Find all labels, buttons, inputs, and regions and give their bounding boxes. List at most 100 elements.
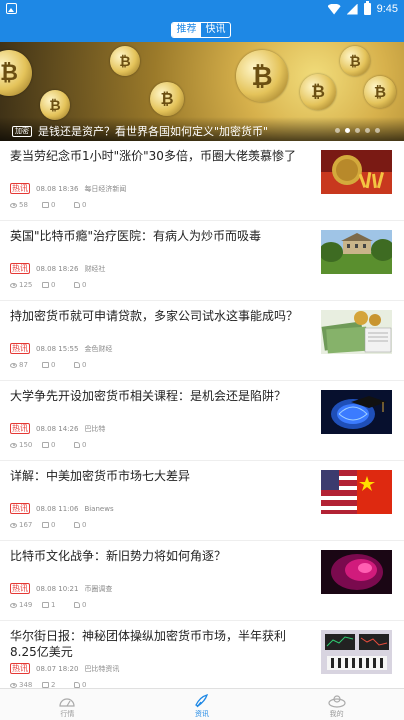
- news-meta: 热讯 08.08 14:26 巴比特: [10, 423, 105, 434]
- thumbs-up-icon: [74, 522, 80, 528]
- views-count: 125: [19, 281, 33, 289]
- photo-icon: [6, 3, 17, 14]
- news-meta: 热讯 08.08 18:36 每日经济新闻: [10, 183, 126, 194]
- likes-count: 0: [82, 601, 87, 609]
- comments-count: 0: [51, 281, 56, 289]
- likes-stat[interactable]: 0: [74, 601, 98, 609]
- tab-recommended[interactable]: 推荐: [172, 23, 201, 37]
- news-source: 每日经济新闻: [84, 184, 127, 193]
- comment-icon: [42, 202, 49, 208]
- news-meta: 热讯 08.08 15:55 金色财经: [10, 343, 112, 354]
- tab-profile-label: 我的: [329, 710, 344, 718]
- news-source: Bianews: [84, 504, 114, 513]
- news-title: 比特币文化战争：新旧势力将如何角逐？: [10, 549, 227, 563]
- comments-count: 0: [51, 441, 56, 449]
- status-bar: 9:45: [0, 0, 404, 18]
- news-thumbnail: [321, 310, 392, 354]
- news-meta: 热讯 08.07 18:20 巴比特资讯: [10, 663, 119, 674]
- carousel-dot[interactable]: [355, 128, 360, 133]
- bitcoin-coin-image: ₿: [0, 50, 32, 96]
- views-stat: 125: [10, 281, 34, 289]
- comment-icon: [42, 522, 49, 528]
- news-badge: 热讯: [10, 263, 30, 274]
- news-item[interactable]: 大学争先开设加密货币相关课程：是机会还是陷阱？ 热讯 08.08 14:26 巴…: [0, 381, 404, 461]
- tab-market[interactable]: 行情: [0, 689, 135, 720]
- bitcoin-coin-image: ₿: [364, 76, 396, 108]
- news-date: 08.08 11:06: [36, 504, 79, 513]
- news-date: 08.08 15:55: [36, 344, 79, 353]
- signal-icon: [346, 3, 358, 15]
- comments-count: 0: [51, 361, 56, 369]
- news-thumbnail: [321, 390, 392, 434]
- carousel-dot[interactable]: [375, 128, 380, 133]
- wifi-icon: [327, 3, 341, 15]
- thumbs-up-icon: [74, 202, 80, 208]
- news-title: 麦当劳纪念币1小时"涨价"30多倍，币圈大佬羡慕惨了: [10, 149, 296, 163]
- news-source: 金色财经: [84, 344, 113, 353]
- news-thumbnail: [321, 150, 392, 194]
- news-badge: 热讯: [10, 423, 30, 434]
- carousel-dots: [335, 128, 380, 133]
- news-date: 08.08 18:36: [36, 184, 79, 193]
- news-item[interactable]: 比特币文化战争：新旧势力将如何角逐？ 热讯 08.08 10:21 币圈调查 1…: [0, 541, 404, 621]
- battery-icon: [363, 1, 371, 15]
- tab-news[interactable]: 资讯: [135, 689, 270, 720]
- news-source: 巴比特资讯: [84, 664, 120, 673]
- views-stat: 167: [10, 521, 34, 529]
- carousel-dot[interactable]: [335, 128, 340, 133]
- eye-icon: [10, 682, 17, 688]
- carousel-dot[interactable]: [365, 128, 370, 133]
- comments-stat[interactable]: 1: [42, 601, 66, 609]
- likes-stat[interactable]: 0: [74, 361, 98, 369]
- news-item[interactable]: 麦当劳纪念币1小时"涨价"30多倍，币圈大佬羡慕惨了 热讯 08.08 18:3…: [0, 141, 404, 221]
- comments-stat[interactable]: 0: [42, 281, 66, 289]
- news-item[interactable]: 详解：中美加密货币市场七大差异 热讯 08.08 11:06 Bianews 1…: [0, 461, 404, 541]
- news-date: 08.08 10:21: [36, 584, 79, 593]
- comments-stat[interactable]: 0: [42, 521, 66, 529]
- comments-count: 1: [51, 601, 56, 609]
- news-title: 华尔街日报：神秘团体操纵加密货币市场，半年获利8.25亿美元: [10, 629, 287, 659]
- eye-icon: [10, 202, 17, 208]
- bitcoin-coin-image: ₿: [150, 82, 184, 116]
- views-stat: 150: [10, 441, 34, 449]
- news-thumbnail: [321, 630, 392, 674]
- banner-carousel[interactable]: ₿ ₿ ₿ ₿ ₿ ₿ ₿ ₿ 加密 是钱还是资产？看世界各国如何定义"加密货币…: [0, 42, 404, 141]
- news-stats: 58 0 0: [10, 201, 106, 209]
- likes-stat[interactable]: 0: [74, 521, 98, 529]
- comments-stat[interactable]: 0: [42, 441, 66, 449]
- news-badge: 热讯: [10, 663, 30, 674]
- likes-count: 0: [82, 201, 87, 209]
- views-stat: 149: [10, 601, 34, 609]
- comments-stat[interactable]: 0: [42, 361, 66, 369]
- bitcoin-coin-image: ₿: [110, 46, 140, 76]
- news-stats: 149 1 0: [10, 601, 106, 609]
- news-item[interactable]: 英国"比特币瘾"治疗医院：有病人为炒币而吸毒 热讯 08.08 18:26 财经…: [0, 221, 404, 301]
- news-stats: 167 0 0: [10, 521, 106, 529]
- comments-stat[interactable]: 0: [42, 201, 66, 209]
- news-title: 大学争先开设加密货币相关课程：是机会还是陷阱？: [10, 389, 287, 403]
- likes-count: 0: [82, 361, 87, 369]
- news-source: 巴比特: [84, 424, 106, 433]
- carousel-dot-active[interactable]: [345, 128, 350, 133]
- comment-icon: [42, 282, 49, 288]
- news-badge: 热讯: [10, 503, 30, 514]
- tab-flash-news[interactable]: 快讯: [201, 23, 230, 37]
- feed-switch: 推荐 快讯: [171, 22, 231, 38]
- thumbs-up-icon: [74, 362, 80, 368]
- eye-icon: [10, 522, 17, 528]
- news-thumbnail: [321, 470, 392, 514]
- likes-stat[interactable]: 0: [74, 441, 98, 449]
- news-badge: 热讯: [10, 583, 30, 594]
- likes-stat[interactable]: 0: [74, 281, 98, 289]
- news-item[interactable]: 持加密货币就可申请贷款，多家公司试水这事能成吗？ 热讯 08.08 15:55 …: [0, 301, 404, 381]
- eye-icon: [10, 362, 17, 368]
- tab-profile[interactable]: 我的: [269, 689, 404, 720]
- status-time: 9:45: [376, 3, 398, 15]
- likes-stat[interactable]: 0: [74, 201, 98, 209]
- status-icons: 9:45: [327, 1, 398, 17]
- views-count: 167: [19, 521, 33, 529]
- bitcoin-coin-image: ₿: [40, 90, 70, 120]
- bottom-tab-bar: 行情 资讯 我的: [0, 688, 404, 720]
- news-meta: 热讯 08.08 10:21 币圈调查: [10, 583, 112, 594]
- banner-tag: 加密: [12, 126, 32, 137]
